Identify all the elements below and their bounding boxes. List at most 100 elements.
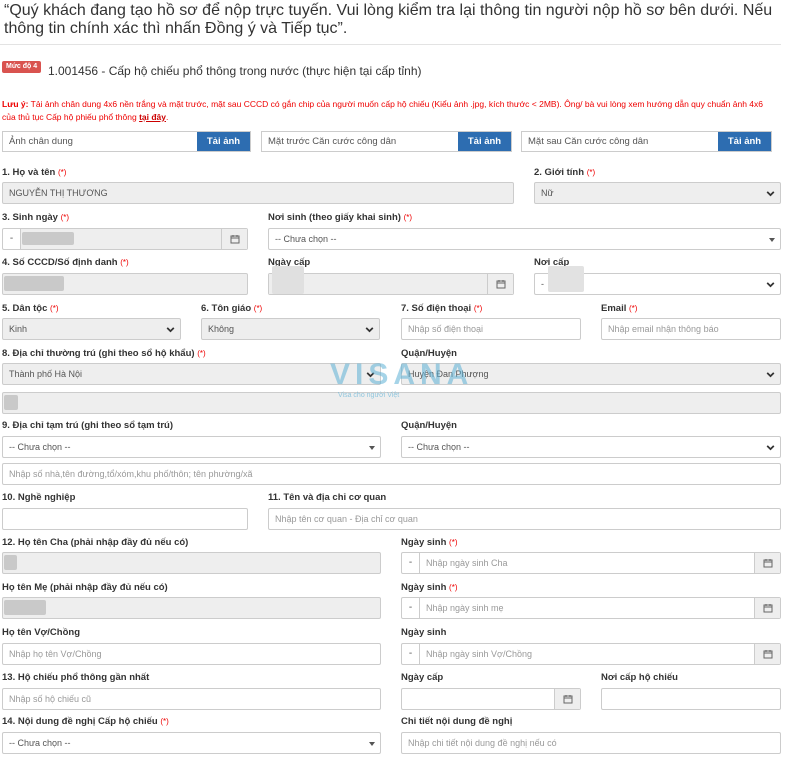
spouse-label: Họ tên Vợ/Chồng [2, 627, 80, 638]
calendar-icon[interactable] [754, 644, 780, 664]
spouse-dob-label: Ngày sinh [401, 627, 447, 638]
note-prefix: Lưu ý: [2, 99, 29, 109]
ethnicity-label: 5. Dân tộc (*) [2, 303, 59, 314]
redacted-block [22, 232, 74, 245]
gender-select[interactable]: Nữ [534, 182, 781, 204]
father-dob-input[interactable]: - Nhập ngày sinh Cha [401, 552, 781, 574]
calendar-icon[interactable] [221, 229, 247, 249]
portrait-upload-button[interactable]: Tải ảnh [197, 132, 250, 151]
level-badge: Mức độ 4 [2, 61, 42, 73]
occupation-input[interactable] [2, 508, 248, 530]
request-detail-input[interactable]: Nhập chi tiết nội dung đề nghị nếu có [401, 732, 781, 754]
calendar-icon[interactable] [554, 689, 580, 709]
chevron-down-icon [365, 327, 374, 333]
redacted-block [548, 266, 584, 292]
temp-district-select[interactable]: -- Chưa chọn -- [401, 436, 781, 458]
birthplace-select[interactable]: -- Chưa chọn -- [268, 228, 781, 250]
phone-input[interactable]: Nhập số điện thoại [401, 318, 581, 340]
full-name-label: 1. Họ và tên (*) [2, 167, 67, 178]
dob-clear[interactable]: - [3, 229, 21, 249]
email-input[interactable]: Nhập email nhận thông báo [601, 318, 781, 340]
request-select[interactable]: -- Chưa chọn -- [2, 732, 381, 754]
workplace-input[interactable]: Nhập tên cơ quan - Địa chỉ cơ quan [268, 508, 781, 530]
portrait-upload-field[interactable]: Ảnh chân dung [3, 132, 197, 151]
spouse-dob-value[interactable]: Nhập ngày sinh Vợ/Chồng [420, 644, 754, 664]
mother-dob-input[interactable]: - Nhập ngày sinh mẹ [401, 597, 781, 619]
note-body: Tải ảnh chân dung 4x6 nền trắng và mặt t… [2, 99, 763, 122]
id-back-upload-button[interactable]: Tải ảnh [718, 132, 771, 151]
passport-date-input[interactable] [401, 688, 581, 710]
id-front-upload-field[interactable]: Mặt trước Căn cước công dân [262, 132, 458, 151]
passport-date-value[interactable] [402, 689, 554, 709]
redacted-block [272, 266, 304, 294]
chevron-down-icon [766, 282, 775, 288]
spouse-name-input[interactable]: Nhập họ tên Vợ/Chồng [2, 643, 381, 665]
id-back-upload-field[interactable]: Mặt sau Căn cước công dân [522, 132, 718, 151]
passport-date-label: Ngày cấp [401, 672, 444, 683]
request-label: 14. Nội dung đề nghị Cấp hộ chiếu (*) [2, 716, 169, 727]
procedure-title: 1.001456 - Cấp hộ chiếu phổ thông trong … [48, 64, 422, 78]
temp-address-label: 9. Địa chỉ tạm trú (ghi theo sổ tạm trú) [2, 420, 174, 431]
spouse-dob-input[interactable]: - Nhập ngày sinh Vợ/Chồng [401, 643, 781, 665]
caret-down-icon [369, 446, 375, 450]
calendar-icon[interactable] [754, 553, 780, 573]
mother-dob-clear[interactable]: - [402, 598, 420, 618]
father-label: 12. Họ tên Cha (phải nhập đầy đủ nếu có) [2, 537, 189, 548]
note-suffix: . [166, 112, 169, 122]
chevron-down-icon [166, 327, 175, 333]
id-front-upload-button[interactable]: Tải ảnh [458, 132, 511, 151]
mother-label: Họ tên Mẹ (phải nhập đầy đủ nếu có) [2, 582, 168, 593]
caret-down-icon [769, 238, 775, 242]
mother-name-input[interactable] [2, 597, 381, 619]
ethnicity-select[interactable]: Kinh [2, 318, 181, 340]
workplace-label: 11. Tên và địa chỉ cơ quan [268, 492, 387, 503]
spouse-dob-clear[interactable]: - [402, 644, 420, 664]
calendar-icon[interactable] [754, 598, 780, 618]
temp-street-input[interactable]: Nhập số nhà,tên đường,tổ/xóm,khu phố/thô… [2, 463, 781, 485]
id-number-label: 4. Số CCCD/Số định danh (*) [2, 257, 129, 268]
birthplace-label: Nơi sinh (theo giấy khai sinh) (*) [268, 212, 413, 223]
last-passport-input[interactable]: Nhập số hộ chiếu cũ [2, 688, 381, 710]
issue-date-input[interactable] [268, 273, 514, 295]
passport-place-input[interactable] [601, 688, 781, 710]
redacted-block [4, 276, 64, 291]
father-dob-value[interactable]: Nhập ngày sinh Cha [420, 553, 754, 573]
request-detail-label: Chi tiết nội dung đề nghị [401, 716, 513, 727]
temp-province-select[interactable]: -- Chưa chọn -- [2, 436, 381, 458]
permanent-province-select[interactable]: Thành phố Hà Nội [2, 363, 381, 385]
phone-label: 7. Số điện thoại (*) [401, 303, 483, 314]
divider [0, 44, 781, 45]
full-name-input[interactable]: NGUYỄN THỊ THƯƠNG [2, 182, 514, 204]
redacted-block [4, 600, 46, 615]
watermark-logo: VISANA [330, 358, 474, 391]
redacted-block [4, 555, 17, 570]
mother-dob-label: Ngày sinh (*) [401, 582, 458, 593]
visana-watermark: VISANA Visa cho người Việt [330, 358, 473, 399]
chevron-down-icon [766, 191, 775, 197]
passport-place-label: Nơi cấp hộ chiếu [601, 672, 678, 683]
permanent-address-label: 8. Địa chỉ thường trú (ghi theo sổ hộ kh… [2, 348, 206, 359]
dob-label: 3. Sinh ngày (*) [2, 212, 70, 223]
father-dob-clear[interactable]: - [402, 553, 420, 573]
father-dob-label: Ngày sinh (*) [401, 537, 458, 548]
portrait-upload: Ảnh chân dung Tải ảnh [2, 131, 251, 152]
guide-link[interactable]: tại đây [139, 112, 166, 122]
gender-label: 2. Giới tính (*) [534, 167, 596, 178]
occupation-label: 10. Nghề nghiệp [2, 492, 76, 503]
email-label: Email (*) [601, 303, 638, 314]
redacted-block [4, 395, 18, 410]
religion-select[interactable]: Không [201, 318, 380, 340]
chevron-down-icon [766, 445, 775, 451]
watermark-tagline: Visa cho người Việt [338, 392, 400, 399]
chevron-down-icon [766, 372, 775, 378]
temp-district-label: Quận/Huyện [401, 420, 457, 431]
religion-label: 6. Tôn giáo (*) [201, 303, 263, 314]
caret-down-icon [369, 742, 375, 746]
father-name-input[interactable] [2, 552, 381, 574]
calendar-icon[interactable] [487, 274, 513, 294]
mother-dob-value[interactable]: Nhập ngày sinh mẹ [420, 598, 754, 618]
id-back-upload: Mặt sau Căn cước công dân Tải ảnh [521, 131, 772, 152]
note-text: Lưu ý: Tải ảnh chân dung 4x6 nền trắng v… [2, 98, 772, 124]
intro-text: “Quý khách đang tạo hồ sơ để nộp trực tu… [4, 2, 773, 37]
last-passport-label: 13. Hộ chiếu phổ thông gần nhất [2, 672, 150, 683]
